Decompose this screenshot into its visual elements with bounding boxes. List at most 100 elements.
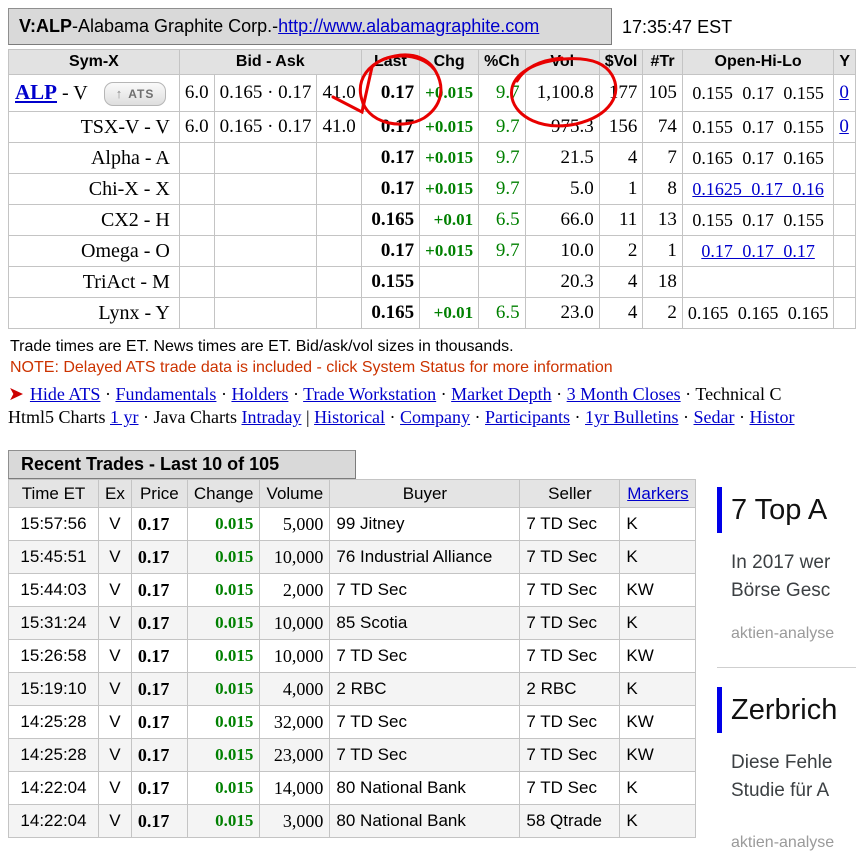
trade-row: 14:22:04V0.170.0153,00080 National Bank5…: [9, 805, 696, 838]
volume: 10.0: [525, 236, 599, 267]
nav-link[interactable]: 1yr Bulletins: [585, 407, 679, 427]
nav-link[interactable]: 1 yr: [110, 407, 139, 427]
buyer: 80 National Bank: [330, 772, 520, 805]
nav-link[interactable]: Sedar: [694, 407, 735, 427]
last-price: 0.17: [361, 75, 419, 112]
quote-row: TSX-V - V6.00.165 · 0.1741.00.17+0.0159.…: [9, 112, 856, 143]
bid-ask: [214, 143, 317, 174]
num-trades: 13: [643, 205, 683, 236]
seller: 7 TD Sec: [520, 739, 620, 772]
dollar-volume: 4: [599, 267, 643, 298]
buyer: 85 Scotia: [330, 607, 520, 640]
trade-change: 0.015: [187, 574, 260, 607]
nav-link[interactable]: Company: [400, 407, 470, 427]
percent-change: [479, 267, 526, 298]
seller: 7 TD Sec: [520, 574, 620, 607]
year-hi-lo: 0: [834, 112, 856, 143]
quote-row: Omega - O0.17+0.0159.710.0210.17 0.17 0.…: [9, 236, 856, 267]
exchange: V: [99, 640, 132, 673]
nav-text: ·: [436, 384, 451, 404]
year-hi-lo: [834, 205, 856, 236]
dollar-volume: 177: [599, 75, 643, 112]
nav-link[interactable]: Holders: [231, 384, 288, 404]
trade-volume: 10,000: [260, 541, 330, 574]
ad-accent-bar: [717, 487, 722, 533]
markers: KW: [620, 574, 696, 607]
nav-link[interactable]: Hide ATS: [30, 384, 101, 404]
change: +0.01: [420, 298, 479, 329]
num-trades: 2: [643, 298, 683, 329]
nav-link[interactable]: Market Depth: [451, 384, 551, 404]
trade-row: 15:19:10V0.170.0154,0002 RBC2 RBCK: [9, 673, 696, 706]
ticker-symbol: V:ALP: [19, 16, 72, 37]
recent-trades-title: Recent Trades - Last 10 of 105: [8, 450, 356, 479]
trade-change: 0.015: [187, 640, 260, 673]
open-hi-lo: 0.165 0.165 0.165: [682, 298, 834, 329]
nav-links-row-1: ➤Hide ATS · Fundamentals · Holders · Tra…: [8, 383, 782, 406]
open-hi-lo-link[interactable]: 0.1625 0.17 0.16: [692, 179, 824, 199]
trade-change: 0.015: [187, 541, 260, 574]
ad-source-link[interactable]: aktien-analyse: [731, 625, 856, 643]
trade-row: 15:45:51V0.170.01510,00076 Industrial Al…: [9, 541, 696, 574]
markers: K: [620, 673, 696, 706]
nav-text: ·: [385, 407, 400, 427]
year-hi-lo-link[interactable]: 0: [839, 116, 849, 137]
bid-ask: [214, 298, 317, 329]
quote-row: Chi-X - X0.17+0.0159.75.0180.1625 0.17 0…: [9, 174, 856, 205]
open-hi-lo-link[interactable]: 0.17 0.17 0.17: [701, 241, 815, 261]
bid-ask: [214, 267, 317, 298]
ats-toggle-button[interactable]: ↑ATS: [104, 82, 167, 106]
nav-link[interactable]: Fundamentals: [115, 384, 216, 404]
nav-link[interactable]: 3 Month Closes: [567, 384, 681, 404]
volume: 1,100.8: [525, 75, 599, 112]
bid-size: [179, 174, 214, 205]
ad-title-link[interactable]: 7 Top A: [731, 487, 827, 533]
markers-header-link[interactable]: Markers: [627, 484, 688, 503]
change: [420, 267, 479, 298]
open-hi-lo: [682, 267, 834, 298]
seller: 7 TD Sec: [520, 640, 620, 673]
change: +0.015: [420, 112, 479, 143]
ad-title-link[interactable]: Zerbrich: [731, 687, 837, 733]
exchange-label: ALP - V↑ATS: [9, 75, 180, 112]
year-hi-lo: 0: [834, 75, 856, 112]
nav-text: Java Charts: [154, 407, 242, 427]
ad-source-link[interactable]: aktien-analyse: [731, 834, 856, 852]
ad-text-line: In 2017 wer: [731, 549, 856, 577]
symbol-link[interactable]: ALP: [15, 80, 57, 104]
year-hi-lo-link[interactable]: 0: [839, 82, 849, 103]
ats-button-label: ATS: [128, 87, 154, 101]
nav-link[interactable]: Histor: [750, 407, 795, 427]
markers: K: [620, 541, 696, 574]
nav-link[interactable]: Historical: [314, 407, 385, 427]
company-url-link[interactable]: http://www.alabamagraphite.com: [278, 16, 539, 37]
trade-change: 0.015: [187, 706, 260, 739]
dollar-volume: 4: [599, 298, 643, 329]
nav-text: Html5 Charts: [8, 407, 110, 427]
open-hi-lo: 0.165 0.17 0.165: [682, 143, 834, 174]
bid-ask: [214, 205, 317, 236]
ask-size: 41.0: [317, 75, 361, 112]
bid-size: 6.0: [179, 112, 214, 143]
bid-size: [179, 205, 214, 236]
bid-size: [179, 298, 214, 329]
quote-col-header: Vol: [525, 50, 599, 75]
nav-text: ·: [216, 384, 231, 404]
last-price: 0.17: [361, 143, 419, 174]
volume: 975.3: [525, 112, 599, 143]
trade-price: 0.17: [131, 640, 187, 673]
change: +0.015: [420, 143, 479, 174]
buyer: 7 TD Sec: [330, 739, 520, 772]
delayed-ats-note: NOTE: Delayed ATS trade data is included…: [10, 359, 613, 377]
trade-volume: 14,000: [260, 772, 330, 805]
exchange: V: [99, 673, 132, 706]
seller: 7 TD Sec: [520, 607, 620, 640]
change: +0.015: [420, 75, 479, 112]
nav-link[interactable]: Intraday: [241, 407, 301, 427]
exchange: V: [99, 805, 132, 838]
buyer: 7 TD Sec: [330, 574, 520, 607]
nav-link[interactable]: Participants: [485, 407, 570, 427]
nav-text: ·: [735, 407, 750, 427]
nav-link[interactable]: Trade Workstation: [303, 384, 436, 404]
seller: 7 TD Sec: [520, 706, 620, 739]
